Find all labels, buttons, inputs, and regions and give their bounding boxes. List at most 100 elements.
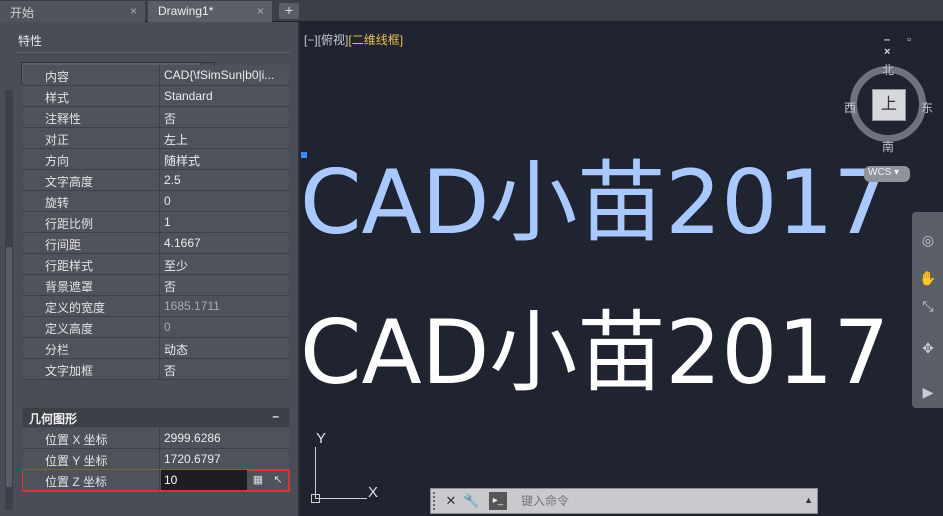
- property-label: 样式: [23, 86, 160, 106]
- selected-mtext[interactable]: CAD小苗2017: [300, 153, 889, 253]
- orbit-icon[interactable]: ✥: [918, 338, 938, 358]
- property-row-text-frame[interactable]: 文字加框否: [23, 359, 289, 380]
- property-row-defined-height[interactable]: 定义高度 0: [23, 317, 289, 338]
- property-value[interactable]: 动态: [161, 338, 289, 358]
- zoom-extents-icon[interactable]: ⤡: [918, 296, 938, 316]
- command-input[interactable]: [517, 492, 797, 510]
- file-tab-bar: 开始 × Drawing1* × +: [0, 0, 943, 22]
- property-row-line-spacing[interactable]: 行间距 4.1667: [23, 233, 289, 254]
- property-value[interactable]: CAD{\fSimSun|b0|i...: [161, 65, 289, 85]
- property-row-position-x[interactable]: 位置 X 坐标 2999.6286: [23, 428, 289, 449]
- property-row-background-mask[interactable]: 背景遮罩否: [23, 275, 289, 296]
- property-label: 对正: [23, 128, 160, 148]
- viewport-controls[interactable]: [−][俯视][二维线框]: [304, 31, 403, 48]
- property-label: 分栏: [23, 338, 160, 358]
- close-icon[interactable]: ×: [257, 4, 264, 18]
- property-value[interactable]: 2.5: [161, 170, 289, 190]
- section-title: 几何图形: [29, 412, 78, 426]
- property-row-columns[interactable]: 分栏 动态: [23, 338, 289, 359]
- text-properties-list: 内容 CAD{\fSimSun|b0|i... 样式 Standard 注释性否 对…: [23, 65, 289, 380]
- palette-title: 特性: [18, 34, 43, 48]
- compass-west-label[interactable]: 西: [844, 99, 856, 116]
- steering-wheel-icon[interactable]: ◎: [918, 230, 938, 250]
- close-icon[interactable]: ✕: [443, 493, 459, 509]
- chevron-up-icon[interactable]: ▲: [804, 495, 813, 505]
- viewport-window-controls[interactable]: – ▫ ×: [884, 34, 939, 58]
- property-label: 注释性: [23, 107, 160, 127]
- property-label: 行间距: [23, 233, 160, 253]
- property-label: 定义高度: [23, 317, 160, 337]
- property-row-content[interactable]: 内容 CAD{\fSimSun|b0|i...: [23, 65, 289, 86]
- property-value[interactable]: 4.1667: [161, 233, 289, 253]
- property-value[interactable]: 0: [161, 191, 289, 211]
- close-icon[interactable]: ×: [130, 4, 137, 18]
- drag-handle[interactable]: [433, 492, 438, 510]
- property-value[interactable]: 至少: [161, 254, 289, 274]
- property-value: 0: [164, 320, 171, 334]
- property-label: 行距样式: [23, 254, 160, 274]
- property-value[interactable]: 1: [161, 212, 289, 232]
- pan-icon[interactable]: ✋: [918, 268, 938, 288]
- view-label[interactable]: [−][俯视]: [304, 33, 348, 47]
- ucs-origin-icon: [311, 494, 320, 503]
- geometry-properties-list: 位置 X 坐标 2999.6286 位置 Y 坐标 1720.6797 位置 Z 坐…: [22, 428, 290, 492]
- ucs-y-axis: [315, 447, 316, 499]
- property-label: 方向: [23, 149, 160, 169]
- compass-north-label[interactable]: 北: [882, 61, 894, 78]
- ucs-x-axis: [315, 498, 367, 499]
- tab-start[interactable]: 开始 ×: [0, 1, 145, 22]
- property-value[interactable]: 1720.6797: [161, 449, 289, 469]
- property-label: 文字高度: [23, 170, 160, 190]
- property-value[interactable]: 否: [161, 359, 289, 379]
- tab-drawing1-label: Drawing1*: [158, 4, 214, 18]
- property-label: 行距比例: [23, 212, 160, 232]
- mtext-object[interactable]: CAD小苗2017: [300, 303, 889, 403]
- property-value[interactable]: Standard: [161, 86, 289, 106]
- new-tab-button[interactable]: +: [279, 3, 299, 19]
- property-value[interactable]: 2999.6286: [161, 428, 289, 448]
- divider: [16, 52, 290, 53]
- property-label: 位置 Y 坐标: [23, 449, 160, 469]
- property-row-position-y[interactable]: 位置 Y 坐标 1720.6797: [23, 449, 289, 470]
- pick-point-icon[interactable]: ↖: [271, 473, 285, 487]
- property-label: 定义的宽度: [23, 296, 160, 316]
- visual-style-label[interactable]: [二维线框]: [348, 33, 403, 47]
- property-row-style[interactable]: 样式 Standard: [23, 86, 289, 107]
- property-label: 文字加框: [23, 359, 160, 379]
- scrollbar-thumb[interactable]: [6, 247, 12, 487]
- property-value[interactable]: 左上: [161, 128, 289, 148]
- property-row-defined-width[interactable]: 定义的宽度 1685.1711: [23, 296, 289, 317]
- tab-drawing1[interactable]: Drawing1* ×: [148, 1, 272, 22]
- compass-east-label[interactable]: 东: [921, 99, 933, 116]
- property-value[interactable]: 否: [161, 275, 289, 295]
- command-prompt-icon[interactable]: ▸_: [489, 492, 507, 510]
- ucs-x-label: X: [368, 484, 379, 501]
- property-value[interactable]: 随样式: [161, 149, 289, 169]
- geometry-section-header[interactable]: 几何图形 –: [23, 408, 289, 427]
- property-row-rotation[interactable]: 旋转 0: [23, 191, 289, 212]
- property-row-line-spacing-factor[interactable]: 行距比例 1: [23, 212, 289, 233]
- property-label: 位置 Z 坐标: [23, 470, 160, 490]
- property-value: 1685.1711: [164, 299, 220, 313]
- viewcube-top-face[interactable]: 上: [872, 89, 906, 121]
- compass-south-label[interactable]: 南: [882, 138, 894, 155]
- position-z-input[interactable]: 10: [161, 470, 247, 490]
- property-value[interactable]: 否: [161, 107, 289, 127]
- property-label: 旋转: [23, 191, 160, 211]
- showmotion-icon[interactable]: ▶: [918, 382, 938, 402]
- tab-start-label: 开始: [10, 6, 35, 20]
- property-row-justify[interactable]: 对正 左上: [23, 128, 289, 149]
- collapse-icon[interactable]: –: [272, 409, 279, 423]
- property-row-line-spacing-style[interactable]: 行距样式 至少: [23, 254, 289, 275]
- selected-mtext-content: CAD小苗2017: [300, 151, 890, 254]
- property-row-position-z[interactable]: 位置 Z 坐标 10 ▦ ↖: [22, 469, 290, 492]
- wrench-icon[interactable]: 🔧: [463, 493, 479, 509]
- property-row-text-height[interactable]: 文字高度 2.5: [23, 170, 289, 191]
- property-row-direction[interactable]: 方向 随样式: [23, 149, 289, 170]
- property-row-annotative[interactable]: 注释性否: [23, 107, 289, 128]
- navigation-bar: ◎ ✋ ⤡ ✥ ▶: [912, 212, 943, 408]
- property-label: 内容: [23, 65, 160, 85]
- wcs-menu[interactable]: WCS ▾: [864, 166, 910, 182]
- calculator-icon[interactable]: ▦: [251, 473, 265, 487]
- command-line: ✕ 🔧 ▸_ ▲: [430, 488, 818, 514]
